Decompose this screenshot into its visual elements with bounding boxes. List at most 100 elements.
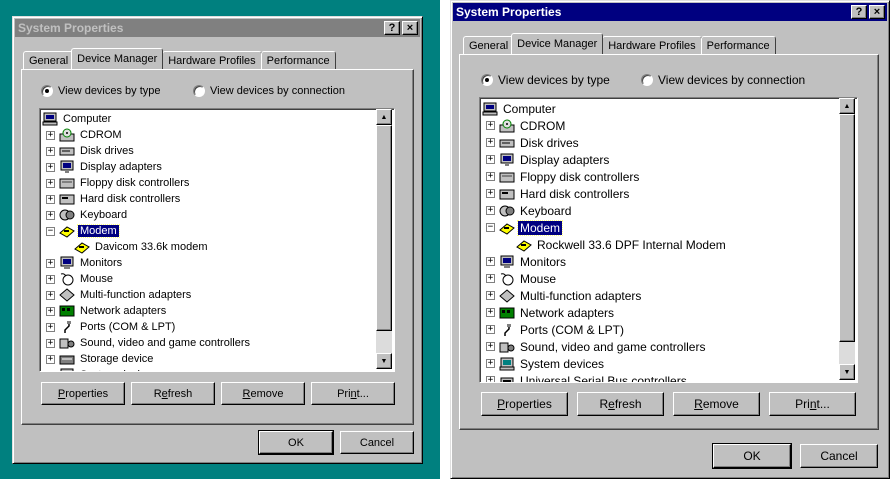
title-bar[interactable]: System Properties ? × [453,3,887,21]
print-button[interactable]: Print... [311,382,395,405]
vertical-scrollbar[interactable]: ▲ ▼ [839,98,855,380]
tree-item[interactable]: + CDROM [482,117,728,134]
expand-toggle-icon[interactable]: + [46,354,55,364]
tree-root-computer[interactable]: Computer [482,100,728,117]
remove-button[interactable]: Remove [221,382,305,405]
expand-toggle-icon[interactable]: + [486,325,495,334]
expand-toggle-icon[interactable]: + [486,172,495,181]
tree-item[interactable]: + Disk drives [42,143,252,159]
cancel-button[interactable]: Cancel [340,431,414,454]
help-button[interactable]: ? [384,21,400,35]
radio-button-unchecked[interactable] [641,74,653,86]
ok-button[interactable]: OK [258,430,334,455]
expand-toggle-icon[interactable]: + [46,162,55,172]
device-tree[interactable]: Computer + CDROM + Disk drives + Display adapt… [39,108,395,372]
tree-item[interactable]: + Network adapters [482,304,728,321]
refresh-button[interactable]: Re fresh [577,392,664,416]
expand-toggle-icon[interactable]: + [46,210,55,220]
properties-button[interactable]: Properties [41,382,125,405]
tree-item[interactable]: + Disk drives [482,134,728,151]
tab-performance[interactable]: Performance [700,36,776,54]
close-button[interactable]: × [869,5,885,19]
properties-button[interactable]: Properties [481,392,568,416]
radio-view-by-type[interactable]: View devices by type [481,73,610,87]
collapse-toggle-icon[interactable]: − [486,223,495,232]
expand-toggle-icon[interactable]: + [486,308,495,317]
tree-item[interactable]: + Sound, video and game controllers [42,335,252,351]
expand-toggle-icon[interactable]: + [486,291,495,300]
tab-general[interactable]: General [23,51,75,69]
tree-item[interactable]: − Modem [42,223,252,239]
tree-item[interactable]: + Monitors [482,253,728,270]
radio-view-by-type[interactable]: View devices by type [41,85,161,97]
tree-item[interactable]: + Universal Serial Bus controllers [482,372,728,382]
tab-hardware-profiles[interactable]: Hardware Profiles [162,51,262,69]
tree-item[interactable]: + Monitors [42,255,252,271]
tree-item[interactable]: + Keyboard [482,202,728,219]
tree-item[interactable]: − Modem [482,219,728,236]
tree-item[interactable]: + Ports (COM & LPT) [42,319,252,335]
tree-item[interactable]: + Ports (COM & LPT) [482,321,728,338]
expand-toggle-icon[interactable]: + [46,194,55,204]
title-bar[interactable]: System Properties ? × [15,19,420,37]
expand-toggle-icon[interactable]: + [486,274,495,283]
scroll-thumb[interactable] [839,114,855,342]
tree-item[interactable]: + System devices [482,355,728,372]
scroll-up-button[interactable]: ▲ [376,109,392,125]
tree-item[interactable]: + Multi-function adapters [42,287,252,303]
tab-performance[interactable]: Performance [260,51,336,69]
collapse-toggle-icon[interactable]: − [46,226,55,236]
radio-button-checked[interactable] [41,85,53,97]
close-button[interactable]: × [402,21,418,35]
expand-toggle-icon[interactable]: + [486,121,495,130]
expand-toggle-icon[interactable]: + [486,155,495,164]
help-button[interactable]: ? [851,5,867,19]
refresh-button[interactable]: Re fresh [131,382,215,405]
tree-item[interactable]: + Mouse [42,271,252,287]
tree-item[interactable]: + Hard disk controllers [482,185,728,202]
scroll-down-button[interactable]: ▼ [376,353,392,369]
tree-child-item[interactable]: Davicom 33.6k modem [42,239,252,255]
tree-item[interactable]: + System devices [42,367,252,371]
cancel-button[interactable]: Cancel [800,444,878,468]
expand-toggle-icon[interactable]: + [46,130,55,140]
tree-item[interactable]: + Mouse [482,270,728,287]
expand-toggle-icon[interactable]: + [46,370,55,371]
tree-item[interactable]: + CDROM [42,127,252,143]
expand-toggle-icon[interactable]: + [486,206,495,215]
tree-item[interactable]: + Network adapters [42,303,252,319]
expand-toggle-icon[interactable]: + [46,274,55,284]
tree-child-item[interactable]: Rockwell 33.6 DPF Internal Modem [482,236,728,253]
tree-item[interactable]: + Keyboard [42,207,252,223]
expand-toggle-icon[interactable]: + [46,322,55,332]
tree-root-computer[interactable]: Computer [42,111,252,127]
expand-toggle-icon[interactable]: + [486,189,495,198]
scroll-thumb[interactable] [376,125,392,331]
ok-button[interactable]: OK [712,443,792,469]
print-button[interactable]: Print... [769,392,856,416]
tree-item[interactable]: + Floppy disk controllers [482,168,728,185]
radio-button-unchecked[interactable] [193,85,205,97]
expand-toggle-icon[interactable]: + [486,376,495,382]
tree-item[interactable]: + Multi-function adapters [482,287,728,304]
expand-toggle-icon[interactable]: + [46,338,55,348]
expand-toggle-icon[interactable]: + [46,146,55,156]
tab-hardware-profiles[interactable]: Hardware Profiles [602,36,702,54]
radio-button-checked[interactable] [481,74,493,86]
tree-item[interactable]: + Display adapters [482,151,728,168]
tree-item[interactable]: + Sound, video and game controllers [482,338,728,355]
device-tree[interactable]: Computer + CDROM + Disk drives + Display adapt… [479,97,858,383]
remove-button[interactable]: Remove [673,392,760,416]
radio-view-by-connection[interactable]: View devices by connection [193,85,345,97]
scroll-up-button[interactable]: ▲ [839,98,855,114]
scroll-down-button[interactable]: ▼ [839,364,855,380]
tree-item[interactable]: + Storage device [42,351,252,367]
expand-toggle-icon[interactable]: + [486,359,495,368]
tab-general[interactable]: General [463,36,515,54]
expand-toggle-icon[interactable]: + [46,178,55,188]
tree-item[interactable]: + Hard disk controllers [42,191,252,207]
expand-toggle-icon[interactable]: + [486,257,495,266]
vertical-scrollbar[interactable]: ▲ ▼ [376,109,392,369]
tree-item[interactable]: + Floppy disk controllers [42,175,252,191]
tab-device-manager[interactable]: Device Manager [511,33,604,54]
